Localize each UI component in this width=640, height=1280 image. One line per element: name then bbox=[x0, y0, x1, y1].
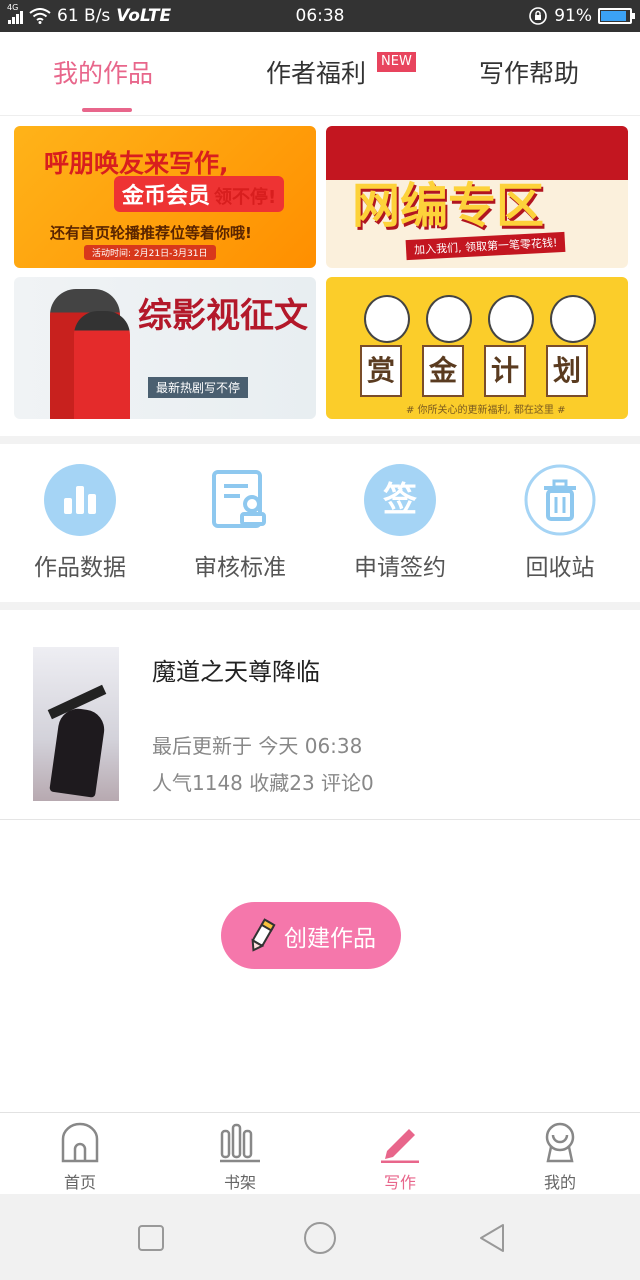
battery-fill bbox=[601, 11, 627, 21]
banner-2-subtitle: 加入我们, 领取第一笔零花钱! bbox=[405, 231, 566, 261]
nav-write[interactable]: 写作 bbox=[320, 1121, 480, 1193]
status-right: 91% bbox=[528, 0, 635, 32]
banner-bounty-plan[interactable]: 赏 金 计 划 # 你所关心的更新福利, 都在这里 # bbox=[326, 277, 628, 419]
banner-3-figure-2 bbox=[74, 311, 130, 419]
recent-apps-icon[interactable] bbox=[137, 1224, 165, 1252]
bottom-nav: 首页 书架 写作 我的 bbox=[0, 1112, 640, 1194]
battery-icon bbox=[598, 8, 635, 24]
profile-icon bbox=[545, 1122, 575, 1163]
banner-tv-contest[interactable]: 综影视征文 最新热剧写不停 bbox=[14, 277, 316, 419]
work-title[interactable]: 魔道之天尊降临 bbox=[152, 652, 320, 687]
cover-art bbox=[49, 706, 107, 798]
battery-percent: 91% bbox=[554, 6, 592, 26]
cat-illustration bbox=[550, 295, 596, 343]
banner-4-char: 划 bbox=[546, 345, 588, 397]
cat-illustration bbox=[488, 295, 534, 343]
shortcut-apply-contract[interactable]: 签 申请签约 bbox=[320, 464, 480, 582]
banner-4-subtitle: # 你所关心的更新福利, 都在这里 # bbox=[406, 405, 566, 416]
new-badge: NEW bbox=[377, 52, 416, 72]
banner-editor-zone[interactable]: 网编专区 加入我们, 领取第一笔零花钱! bbox=[326, 126, 628, 268]
active-tab-indicator bbox=[82, 108, 132, 112]
pen-icon bbox=[381, 1129, 419, 1163]
shortcut-label: 申请签约 bbox=[354, 555, 446, 581]
status-bar: 4G 61 B/s VoLTE 06:38 91% bbox=[0, 0, 640, 32]
banner-4-char: 金 bbox=[422, 345, 464, 397]
home-circle-icon[interactable] bbox=[303, 1221, 337, 1255]
shortcut-label: 作品数据 bbox=[34, 555, 126, 581]
system-nav-bar bbox=[0, 1194, 640, 1280]
nav-label: 写作 bbox=[383, 1173, 416, 1192]
nav-label: 书架 bbox=[223, 1173, 256, 1192]
banner-1-highlight: 金币会员 bbox=[122, 184, 211, 209]
home-icon bbox=[61, 1122, 99, 1163]
nav-label: 首页 bbox=[63, 1173, 96, 1192]
tab-my-works[interactable]: 我的作品 bbox=[53, 54, 153, 94]
pencil-icon bbox=[251, 917, 276, 952]
banner-3-title: 综影视征文 bbox=[138, 296, 308, 336]
banner-1-highlight-suffix: 领不停! bbox=[214, 187, 277, 208]
sign-icon-glyph: 签 bbox=[383, 480, 417, 520]
shortcut-review-standard[interactable]: 审核标准 bbox=[160, 464, 320, 582]
top-tabs: 我的作品 作者福利 NEW 写作帮助 bbox=[0, 32, 640, 116]
work-stats: 人气1148 收藏23 评论0 bbox=[152, 771, 374, 795]
section-divider bbox=[0, 602, 640, 610]
work-cover-image[interactable] bbox=[33, 647, 119, 801]
nav-label: 我的 bbox=[543, 1173, 576, 1192]
section-divider bbox=[0, 436, 640, 444]
trash-icon bbox=[524, 464, 596, 536]
cat-illustration bbox=[364, 295, 410, 343]
cat-illustration bbox=[426, 295, 472, 343]
create-work-button[interactable]: 创建作品 bbox=[221, 902, 401, 969]
shortcut-row: 作品数据 审核标准 签 申请签约 回收站 bbox=[0, 446, 640, 602]
back-icon[interactable] bbox=[477, 1222, 507, 1254]
shortcut-label: 审核标准 bbox=[194, 555, 286, 581]
banner-1-line1: 呼朋唤友来写作, bbox=[44, 149, 229, 178]
banner-2-title: 网编专区 bbox=[352, 178, 545, 234]
nav-home[interactable]: 首页 bbox=[0, 1121, 160, 1193]
banner-grid: 呼朋唤友来写作, 金币会员 领不停! 还有首页轮播推荐位等着你哦! 活动时间: 2… bbox=[0, 116, 640, 436]
banner-1-line3: 还有首页轮播推荐位等着你哦! bbox=[50, 224, 252, 242]
rotation-lock-icon bbox=[529, 7, 548, 25]
shortcut-label: 回收站 bbox=[525, 555, 595, 581]
banner-4-title: 赏 金 计 划 bbox=[360, 345, 588, 397]
shortcut-work-data[interactable]: 作品数据 bbox=[0, 464, 160, 582]
banner-1-date: 活动时间: 2月21日-3月31日 bbox=[84, 245, 216, 260]
banner-3-subtitle: 最新热剧写不停 bbox=[148, 377, 249, 398]
banner-4-char: 赏 bbox=[360, 345, 402, 397]
bookshelf-icon bbox=[220, 1123, 260, 1163]
banner-invite-friends[interactable]: 呼朋唤友来写作, 金币会员 领不停! 还有首页轮播推荐位等着你哦! 活动时间: 2… bbox=[14, 126, 316, 268]
banner-4-char: 计 bbox=[484, 345, 526, 397]
shortcut-recycle-bin[interactable]: 回收站 bbox=[480, 464, 640, 582]
nav-bookshelf[interactable]: 书架 bbox=[160, 1121, 320, 1193]
nav-profile[interactable]: 我的 bbox=[480, 1121, 640, 1193]
create-work-label: 创建作品 bbox=[284, 925, 376, 952]
tab-writing-help[interactable]: 写作帮助 bbox=[479, 54, 579, 94]
tab-author-benefits[interactable]: 作者福利 bbox=[266, 54, 366, 94]
document-stamp-icon bbox=[204, 464, 276, 536]
sign-icon: 签 bbox=[364, 464, 436, 536]
work-card[interactable]: 魔道之天尊降临 最后更新于 今天 06:38 人气1148 收藏23 评论0 bbox=[0, 610, 640, 820]
bar-chart-icon bbox=[44, 464, 116, 536]
banner-1-line2: 金币会员 领不停! bbox=[114, 176, 285, 212]
work-updated: 最后更新于 今天 06:38 bbox=[152, 734, 363, 758]
